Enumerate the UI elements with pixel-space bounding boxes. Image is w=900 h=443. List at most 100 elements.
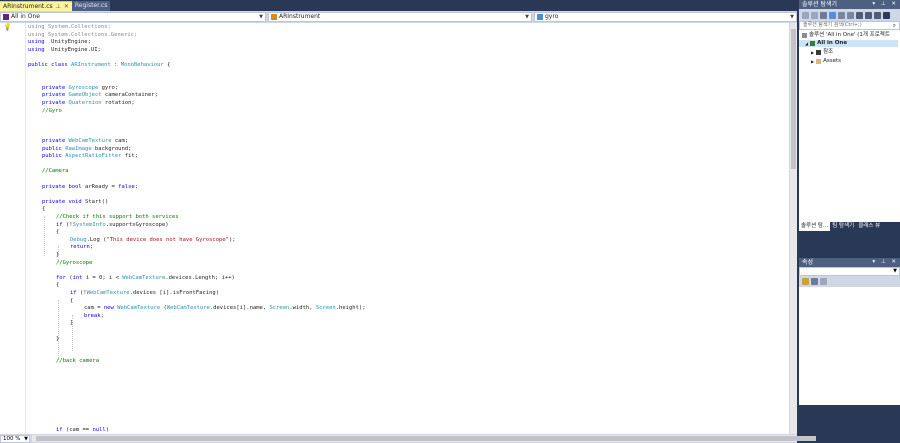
- code-line[interactable]: }: [70, 320, 73, 328]
- code-line[interactable]: {: [56, 229, 59, 237]
- code-line[interactable]: private Quaternion rotation;: [42, 100, 135, 108]
- code-line[interactable]: private void Start(): [42, 199, 108, 207]
- categorized-icon[interactable]: [802, 278, 809, 285]
- zoom-dropdown[interactable]: 100 % ▼: [0, 434, 30, 443]
- horizontal-scrollbar[interactable]: [32, 435, 816, 442]
- solution-search-input[interactable]: 솔루션 탐색기 검색(Ctrl+;) ⌕: [799, 21, 900, 30]
- panel-window-buttons[interactable]: ▾ ⊥ ✕: [872, 0, 898, 9]
- panel-window-buttons[interactable]: ▾ ⊥ ✕: [872, 258, 898, 267]
- code-line[interactable]: using System.Collections.Generic;: [28, 32, 137, 40]
- tab-solution-explorer[interactable]: 솔루션 탐...: [799, 222, 831, 231]
- tab-register[interactable]: Register.cs: [71, 1, 111, 11]
- chevron-down-icon[interactable]: ▼: [525, 13, 529, 21]
- code-line[interactable]: break;: [84, 313, 104, 321]
- code-line[interactable]: }: [56, 252, 59, 260]
- code-text-area[interactable]: using System.Collections; using System.Co…: [28, 23, 787, 434]
- pin-icon[interactable]: ⊥: [56, 2, 61, 12]
- vertical-scrollbar[interactable]: [789, 23, 797, 434]
- code-line[interactable]: using UnityEngine;: [28, 39, 91, 47]
- lightbulb-icon[interactable]: 💡: [3, 23, 12, 31]
- collapse-arrow-icon[interactable]: ▶: [811, 58, 814, 65]
- code-line[interactable]: {: [42, 206, 45, 214]
- code-line[interactable]: //Check if this support both services: [56, 214, 179, 222]
- class-dropdown[interactable]: ARInstrument ▼: [268, 12, 532, 22]
- collapse-arrow-icon[interactable]: ▶: [811, 49, 814, 56]
- code-line[interactable]: //Camera: [42, 168, 69, 176]
- code-token: private bool: [42, 183, 86, 190]
- code-token: if: [56, 221, 66, 228]
- code-line[interactable]: }: [56, 336, 59, 344]
- home-icon[interactable]: [820, 11, 827, 19]
- code-line[interactable]: if (cam == null): [56, 427, 109, 434]
- wrench-icon[interactable]: [883, 11, 890, 19]
- class-dropdown-value: ARInstrument: [279, 13, 321, 20]
- tree-item-label: Assets: [823, 58, 841, 64]
- forward-icon[interactable]: [811, 11, 818, 19]
- chevron-down-icon[interactable]: ▼: [259, 13, 263, 21]
- csharp-project-icon: [810, 41, 816, 46]
- project-dropdown[interactable]: All in One ▼: [0, 12, 266, 22]
- navigation-bar: All in One ▼ ARInstrument ▼ gyro ▼: [0, 11, 797, 23]
- code-token: Debug: [70, 236, 87, 243]
- property-pages-icon[interactable]: [820, 278, 827, 285]
- tab-arinstrument[interactable]: ARInstrument.cs ⊥ ✕: [0, 1, 72, 11]
- code-token: ): [105, 426, 109, 433]
- chevron-down-icon[interactable]: ▼: [24, 436, 28, 443]
- code-editor[interactable]: 💡 using System.Collections; using System.…: [0, 23, 797, 434]
- code-line[interactable]: for (int i = 0; i < WebCamTexture.device…: [56, 275, 235, 283]
- search-icon[interactable]: ⌕: [893, 22, 896, 29]
- code-token: public class: [28, 62, 72, 68]
- object-selector-dropdown[interactable]: ▼: [799, 267, 900, 276]
- code-line[interactable]: Debug.Log ("This device does not have Gy…: [70, 237, 236, 245]
- code-line[interactable]: //back camera: [56, 358, 99, 366]
- close-icon[interactable]: ✕: [64, 2, 69, 12]
- code-line[interactable]: {: [70, 298, 73, 306]
- code-line[interactable]: public AspectRatioFitter fit;: [42, 153, 138, 161]
- code-line[interactable]: cam = new WebCamTexture (WebCamTexture.d…: [84, 305, 366, 313]
- properties-icon[interactable]: [874, 11, 881, 19]
- code-token: //Gyroscope: [56, 259, 93, 266]
- tree-item-references[interactable]: ▶ 참조: [811, 49, 833, 56]
- sync-icon[interactable]: [847, 11, 854, 19]
- tree-item-project[interactable]: ◢ All in One: [799, 40, 898, 47]
- tab-class-view[interactable]: 클래스 뷰: [856, 222, 882, 231]
- show-all-files-icon[interactable]: [865, 11, 872, 19]
- code-token: //back camera: [56, 358, 100, 365]
- code-line[interactable]: if (!SystemInfo.supportsGyroscope): [56, 222, 169, 230]
- code-token: WebCamTexture: [86, 290, 130, 296]
- tree-item-assets[interactable]: ▶ Assets: [811, 58, 841, 65]
- switch-views-icon[interactable]: [829, 11, 836, 19]
- code-line[interactable]: return;: [70, 244, 93, 252]
- code-line[interactable]: private WebCamTexture cam;: [42, 138, 128, 146]
- code-line[interactable]: {: [56, 282, 59, 290]
- alphabetical-icon[interactable]: [811, 278, 818, 285]
- collapse-all-icon[interactable]: [856, 11, 863, 19]
- scrollbar-thumb[interactable]: [791, 29, 796, 169]
- code-line[interactable]: private GameObject cameraContainer;: [42, 92, 158, 100]
- back-icon[interactable]: [802, 11, 809, 19]
- pending-changes-filter-icon[interactable]: [838, 11, 845, 19]
- code-line[interactable]: //Gyro: [42, 108, 62, 116]
- code-line[interactable]: private Gyroscope gyro;: [42, 85, 118, 93]
- code-token: break: [84, 312, 101, 319]
- code-token: .devices[i].name,: [209, 305, 270, 312]
- code-line[interactable]: public RawImage background;: [42, 146, 131, 154]
- chevron-down-icon[interactable]: ▼: [893, 268, 897, 274]
- chevron-down-icon[interactable]: ▼: [790, 13, 794, 21]
- code-line[interactable]: public class ARInstrument : MonoBehaviou…: [28, 62, 170, 70]
- expand-arrow-icon[interactable]: ◢: [805, 40, 808, 47]
- code-line[interactable]: using UnityEngine.UI;: [28, 47, 101, 55]
- tree-item-solution[interactable]: 솔루션 'All in One' (1개 프로젝트: [802, 32, 890, 39]
- code-line[interactable]: //Gyroscope: [56, 260, 92, 268]
- tab-team-explorer[interactable]: 팀 탐색기: [830, 222, 856, 231]
- code-token: WebCamTexture: [117, 305, 161, 312]
- solution-explorer-panel: 솔루션 탐색기 ▾ ⊥ ✕ 솔루션 탐색기 검색(Ctrl+;) ⌕ 솔루션 '…: [799, 0, 900, 255]
- code-line[interactable]: private bool arReady = false;: [42, 184, 138, 192]
- scrollbar-thumb[interactable]: [36, 436, 816, 441]
- code-line[interactable]: using System.Collections;: [28, 24, 111, 32]
- member-dropdown[interactable]: gyro ▼: [534, 12, 797, 22]
- code-token: }: [70, 320, 74, 327]
- properties-toolbar: [799, 276, 900, 287]
- search-placeholder: 솔루션 탐색기 검색(Ctrl+;): [803, 22, 862, 28]
- code-line[interactable]: if (!WebCamTexture.devices [i].isFrontFa…: [70, 290, 219, 298]
